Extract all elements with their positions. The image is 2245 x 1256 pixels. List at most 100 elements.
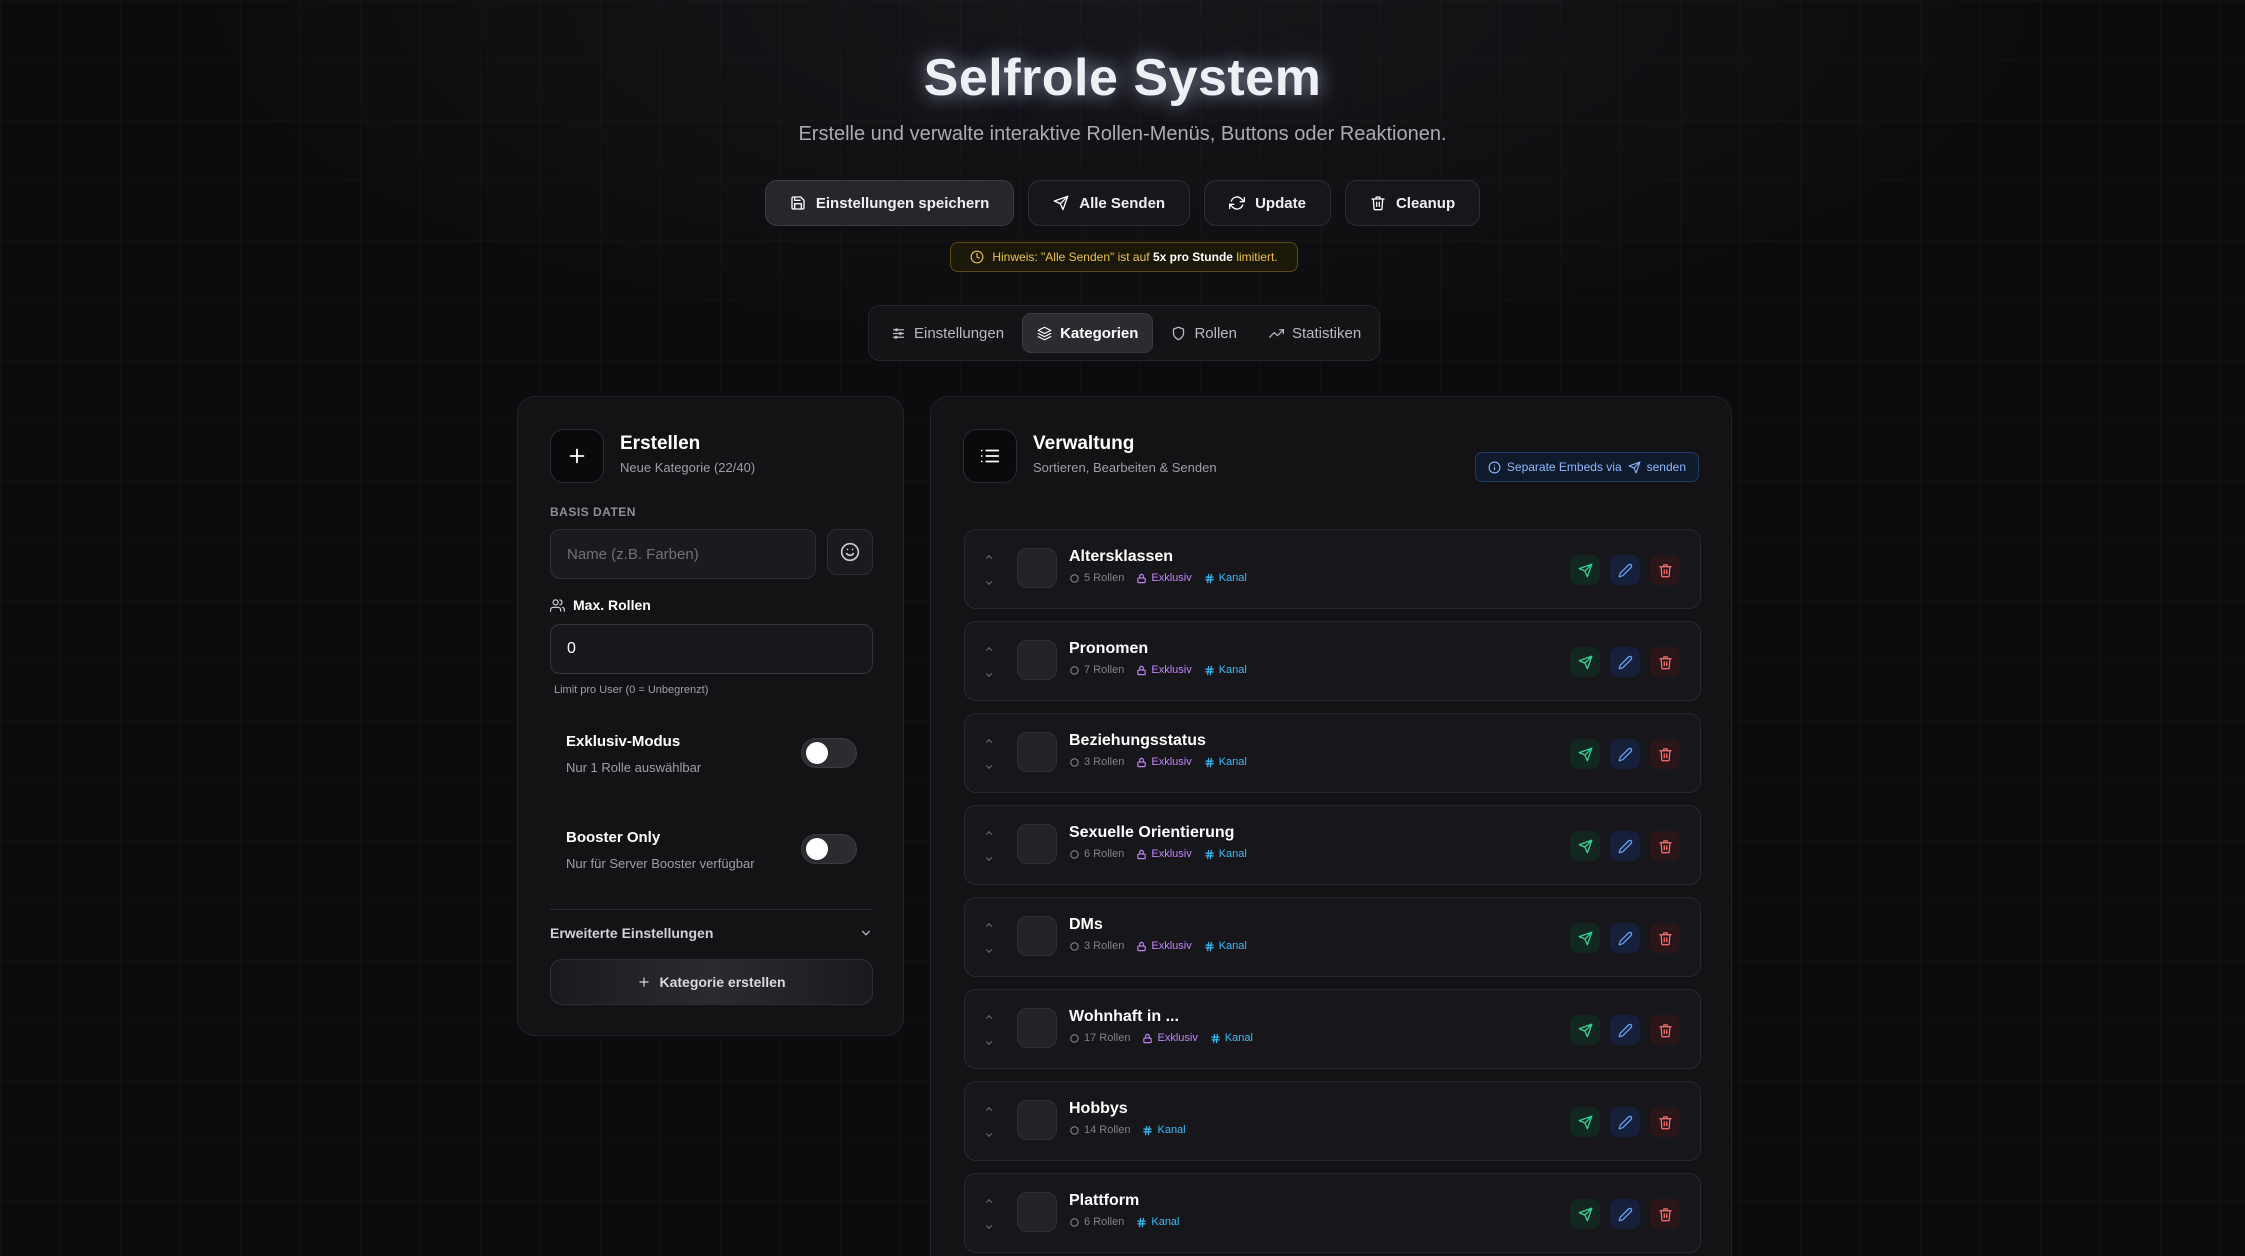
cleanup-button[interactable]: Cleanup — [1344, 180, 1481, 226]
chevron-down-icon[interactable] — [984, 1222, 994, 1232]
category-name-input[interactable] — [550, 529, 816, 579]
tab-label: Statistiken — [1291, 324, 1362, 342]
max-roles-text: Max. Rollen — [573, 597, 651, 613]
send-category-button[interactable] — [1570, 923, 1600, 953]
hash-icon — [1204, 573, 1214, 583]
send-category-button[interactable] — [1570, 647, 1600, 677]
edit-category-button[interactable] — [1610, 647, 1640, 677]
chevron-up-icon[interactable] — [984, 828, 994, 838]
chevron-up-icon[interactable] — [984, 1012, 994, 1022]
create-panel: Erstellen Neue Kategorie (22/40) BASIS D… — [517, 396, 904, 1036]
send-category-button[interactable] — [1570, 739, 1600, 769]
save-settings-button[interactable]: Einstellungen speichern — [764, 180, 1015, 226]
max-roles-input[interactable] — [550, 624, 873, 674]
channel-text: Kanal — [1218, 756, 1247, 768]
category-row: Hobbys 14 Rollen Kanal — [964, 1081, 1701, 1161]
tab-einstellungen[interactable]: Einstellungen — [877, 313, 1018, 353]
exclusive-badge: Exklusiv — [1142, 1032, 1198, 1044]
create-panel-title: Erstellen — [620, 433, 701, 454]
role-count-text: 17 Rollen — [1084, 1032, 1131, 1044]
chevron-down-icon[interactable] — [984, 946, 994, 956]
chevron-down-icon[interactable] — [984, 762, 994, 772]
send-icon — [1578, 563, 1592, 577]
tab-bar: Einstellungen Kategorien Rollen Statisti… — [868, 305, 1380, 361]
send-category-button[interactable] — [1570, 1107, 1600, 1137]
sort-handle[interactable] — [983, 644, 995, 680]
role-count: 3 Rollen — [1069, 940, 1124, 952]
chevron-up-icon[interactable] — [984, 644, 994, 654]
delete-category-button[interactable] — [1650, 739, 1680, 769]
notice-prefix: Hinweis: "Alle Senden" ist auf — [992, 250, 1150, 264]
send-icon — [1578, 1115, 1592, 1129]
sort-handle[interactable] — [983, 1104, 995, 1140]
chevron-down-icon[interactable] — [984, 1130, 994, 1140]
chevron-up-icon[interactable] — [984, 552, 994, 562]
cleanup-label: Cleanup — [1395, 194, 1456, 212]
manage-panel-subtitle: Sortieren, Bearbeiten & Senden — [1033, 460, 1217, 475]
sort-handle[interactable] — [983, 920, 995, 956]
send-category-button[interactable] — [1570, 1015, 1600, 1045]
trash-icon — [1658, 1023, 1672, 1037]
badge-prefix: Separate Embeds via — [1506, 460, 1622, 474]
hash-icon — [1137, 1217, 1147, 1227]
delete-category-button[interactable] — [1650, 1015, 1680, 1045]
chevron-down-icon[interactable] — [984, 854, 994, 864]
send-category-button[interactable] — [1570, 831, 1600, 861]
edit-category-button[interactable] — [1610, 831, 1640, 861]
chevron-down-icon[interactable] — [984, 578, 994, 588]
chevron-up-icon[interactable] — [984, 736, 994, 746]
edit-category-button[interactable] — [1610, 555, 1640, 585]
tab-rollen[interactable]: Rollen — [1157, 313, 1251, 353]
update-button[interactable]: Update — [1204, 180, 1331, 226]
chevron-up-icon[interactable] — [984, 920, 994, 930]
sort-handle[interactable] — [983, 1196, 995, 1232]
send-all-button[interactable]: Alle Senden — [1028, 180, 1191, 226]
role-count: 5 Rollen — [1069, 572, 1124, 584]
edit-category-button[interactable] — [1610, 923, 1640, 953]
delete-category-button[interactable] — [1650, 555, 1680, 585]
delete-category-button[interactable] — [1650, 1107, 1680, 1137]
tab-kategorien[interactable]: Kategorien — [1022, 313, 1154, 353]
emoji-picker-button[interactable] — [827, 529, 873, 575]
row-actions — [1570, 555, 1680, 585]
row-actions — [1570, 1015, 1680, 1045]
category-name: Pronomen — [1069, 640, 1149, 657]
advanced-settings-toggle[interactable]: Erweiterte Einstellungen — [550, 919, 873, 947]
channel-text: Kanal — [1151, 1216, 1180, 1228]
tab-statistiken[interactable]: Statistiken — [1255, 313, 1375, 353]
create-category-button[interactable]: Kategorie erstellen — [550, 959, 873, 1005]
delete-category-button[interactable] — [1650, 647, 1680, 677]
send-category-button[interactable] — [1570, 555, 1600, 585]
role-count-text: 14 Rollen — [1084, 1124, 1131, 1136]
chevron-up-icon[interactable] — [984, 1104, 994, 1114]
row-actions — [1570, 647, 1680, 677]
tag-icon — [1070, 757, 1079, 767]
delete-category-button[interactable] — [1650, 923, 1680, 953]
sort-handle[interactable] — [983, 828, 995, 864]
chevron-down-icon[interactable] — [984, 1038, 994, 1048]
hash-icon — [1211, 1033, 1220, 1043]
send-icon — [1578, 1207, 1592, 1221]
exclusive-mode-toggle[interactable] — [801, 738, 857, 768]
sort-handle[interactable] — [983, 736, 995, 772]
action-bar: Einstellungen speichern Alle Senden Upda… — [0, 180, 2245, 226]
booster-only-toggle[interactable] — [801, 834, 857, 864]
delete-category-button[interactable] — [1650, 1199, 1680, 1229]
pencil-icon — [1618, 839, 1632, 853]
rate-limit-notice: Hinweis: "Alle Senden" ist auf 5x pro St… — [950, 242, 1298, 272]
edit-category-button[interactable] — [1610, 1107, 1640, 1137]
edit-category-button[interactable] — [1610, 1199, 1640, 1229]
delete-category-button[interactable] — [1650, 831, 1680, 861]
edit-category-button[interactable] — [1610, 739, 1640, 769]
category-row: Beziehungsstatus 3 Rollen Exklusiv Kanal — [964, 713, 1701, 793]
edit-category-button[interactable] — [1610, 1015, 1640, 1045]
category-name: Plattform — [1069, 1192, 1140, 1209]
channel-badge: Kanal — [1204, 848, 1247, 860]
chevron-down-icon[interactable] — [984, 670, 994, 680]
row-actions — [1570, 1199, 1680, 1229]
sort-handle[interactable] — [983, 552, 995, 588]
role-count: 14 Rollen — [1069, 1124, 1130, 1136]
send-category-button[interactable] — [1570, 1199, 1600, 1229]
sort-handle[interactable] — [983, 1012, 995, 1048]
chevron-up-icon[interactable] — [984, 1196, 994, 1206]
